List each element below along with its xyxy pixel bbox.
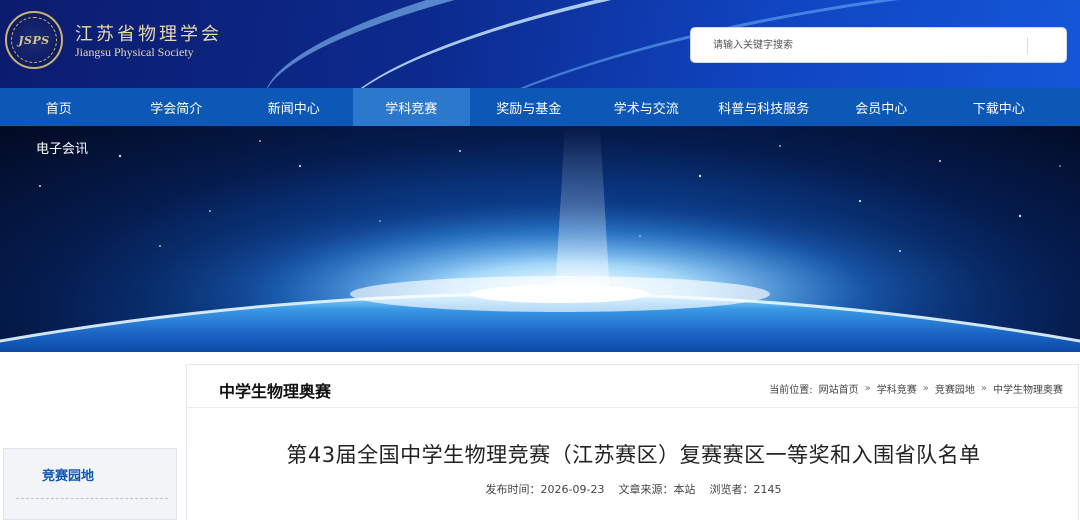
site-header: JSPS 江苏省物理学会 Jiangsu Physical Society bbox=[0, 0, 1080, 88]
nav-item-academic[interactable]: 学术与交流 bbox=[588, 88, 706, 126]
article-meta: 发布时间：2026-09-23 文章来源：本站 浏览者：2145 bbox=[187, 481, 1080, 497]
hero-banner: 电子会讯 bbox=[0, 126, 1080, 352]
breadcrumb-link[interactable]: 网站首页 bbox=[819, 381, 859, 396]
nav-item-about[interactable]: 学会简介 bbox=[118, 88, 236, 126]
breadcrumb-separator: » bbox=[864, 383, 871, 394]
publish-date: 发布时间：2026-09-23 bbox=[485, 483, 605, 496]
main-content: 中学生物理奥赛 当前位置: 网站首页 » 学科竞赛 » 竞赛园地 » 中学生物理… bbox=[186, 364, 1079, 520]
org-name-en: Jiangsu Physical Society bbox=[75, 45, 194, 59]
sidebar-title[interactable]: 竞赛园地 bbox=[42, 465, 94, 484]
nav-item-members[interactable]: 会员中心 bbox=[823, 88, 941, 126]
article-source: 文章来源：本站 bbox=[618, 483, 696, 496]
breadcrumb: 当前位置: 网站首页 » 学科竞赛 » 竞赛园地 » 中学生物理奥赛 bbox=[769, 381, 1063, 396]
search-icon bbox=[1043, 39, 1055, 51]
sidebar-panel: 竞赛园地 bbox=[3, 448, 177, 520]
logo-badge[interactable]: JSPS bbox=[5, 11, 63, 69]
nav-item-home[interactable]: 首页 bbox=[0, 88, 118, 126]
main-nav: 首页 学会简介 新闻中心 学科竞赛 奖励与基金 学术与交流 科普与科技服务 会员… bbox=[0, 88, 1080, 126]
nav-item-downloads[interactable]: 下载中心 bbox=[940, 88, 1058, 126]
breadcrumb-separator: » bbox=[922, 383, 929, 394]
sub-nav-item-newsletter[interactable]: 电子会讯 bbox=[36, 138, 88, 157]
article-title: 第43届全国中学生物理竞赛（江苏赛区）复赛赛区一等奖和入围省队名单 bbox=[286, 443, 981, 467]
earth-horizon-image bbox=[0, 126, 1080, 352]
nav-item-awards[interactable]: 奖励与基金 bbox=[470, 88, 588, 126]
breadcrumb-current[interactable]: 中学生物理奥赛 bbox=[993, 381, 1063, 396]
sidebar-divider bbox=[16, 498, 168, 499]
nav-item-outreach[interactable]: 科普与科技服务 bbox=[705, 88, 823, 126]
logo-inner-ring: JSPS bbox=[11, 17, 57, 63]
search-divider bbox=[1027, 37, 1028, 54]
breadcrumb-prefix: 当前位置: bbox=[769, 385, 813, 396]
logo-abbr: JSPS bbox=[18, 33, 50, 47]
breadcrumb-link[interactable]: 学科竞赛 bbox=[877, 381, 917, 396]
search-box bbox=[690, 27, 1067, 63]
section-divider bbox=[187, 407, 1078, 408]
breadcrumb-link[interactable]: 竞赛园地 bbox=[935, 381, 975, 396]
section-title: 中学生物理奥赛 bbox=[219, 382, 332, 401]
nav-item-news[interactable]: 新闻中心 bbox=[235, 88, 353, 126]
org-name[interactable]: 江苏省物理学会 bbox=[75, 20, 222, 46]
view-count: 浏览者：2145 bbox=[709, 483, 782, 496]
nav-item-competitions[interactable]: 学科竞赛 bbox=[352, 88, 470, 126]
search-input[interactable] bbox=[691, 28, 1026, 62]
search-button[interactable] bbox=[1031, 28, 1067, 62]
breadcrumb-separator: » bbox=[980, 383, 987, 394]
